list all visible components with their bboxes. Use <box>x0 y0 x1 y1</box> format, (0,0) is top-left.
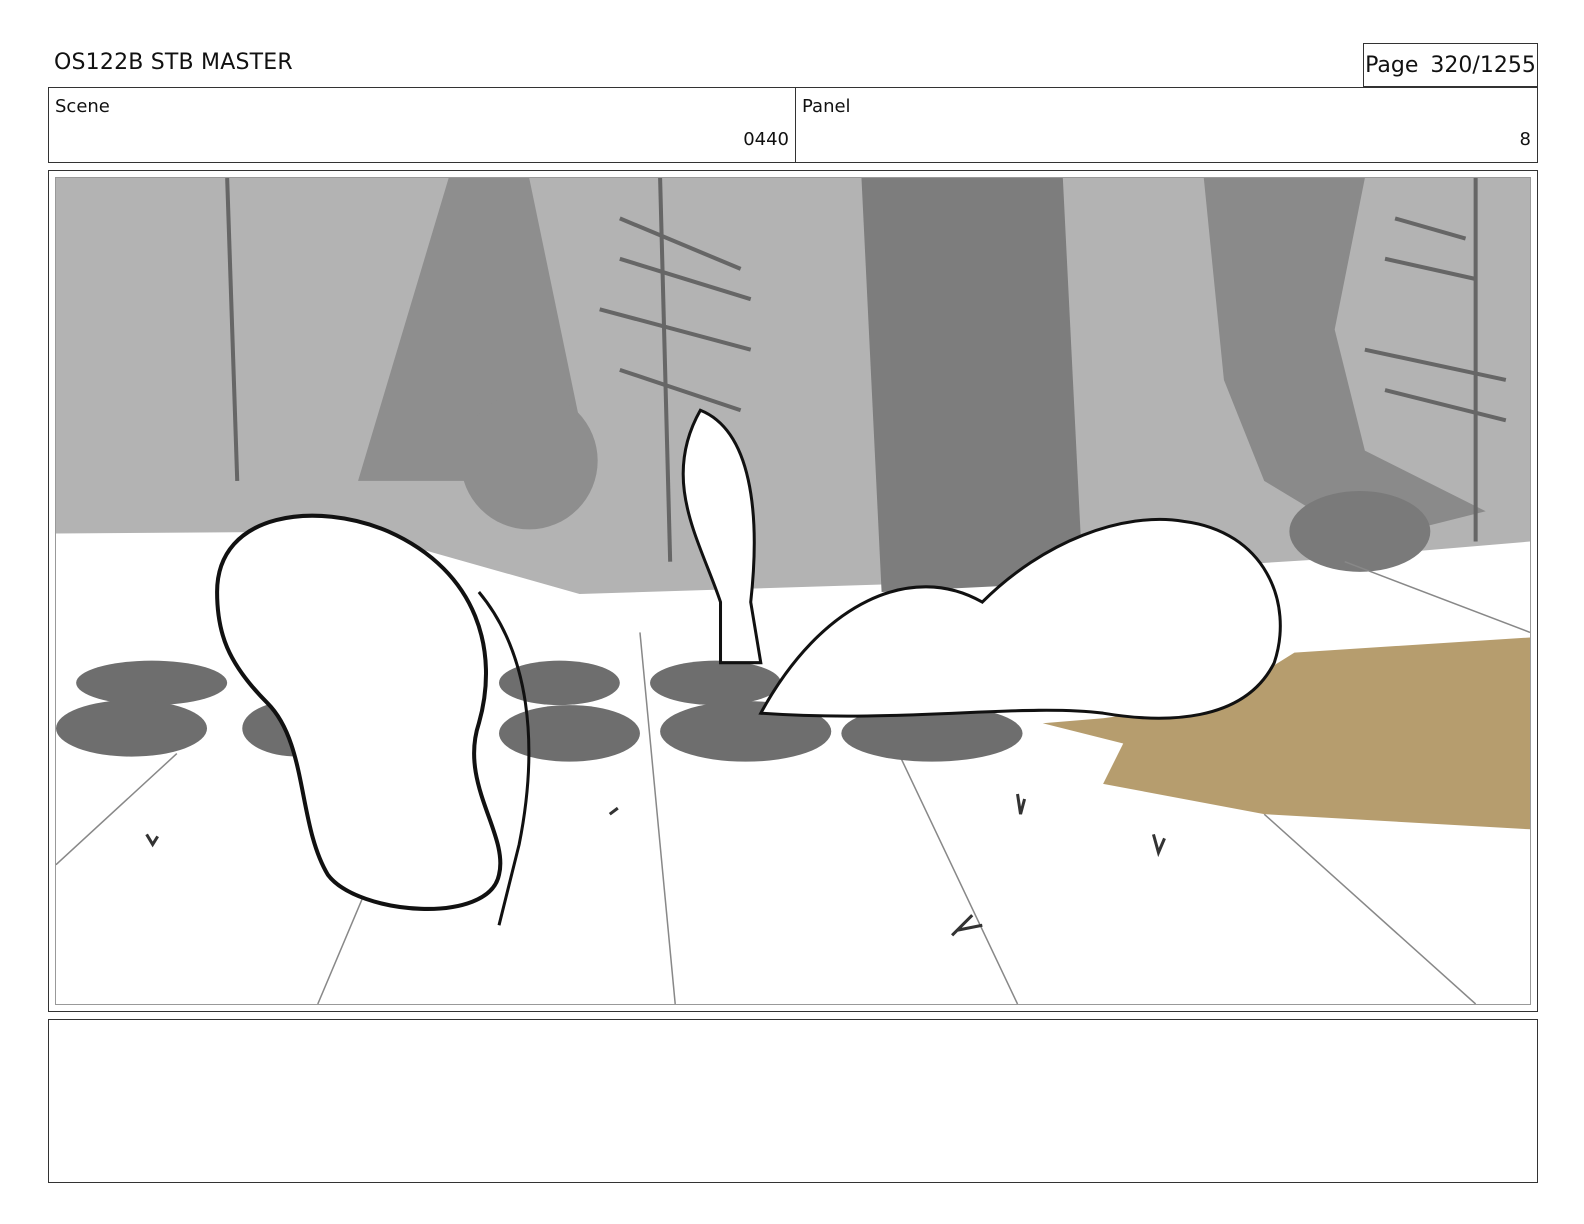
panel-label: Panel <box>802 96 851 117</box>
round-shape <box>460 392 598 530</box>
document-title: OS122B STB MASTER <box>54 50 293 75</box>
scene-label: Scene <box>55 96 110 117</box>
storyboard-frame <box>48 170 1538 1012</box>
dark-trunk-center <box>861 178 1083 593</box>
notes-box <box>48 1019 1538 1183</box>
scene-cell: Scene 0440 <box>49 88 796 162</box>
panel-cell: Panel 8 <box>796 88 1537 162</box>
page-label: Page <box>1365 52 1419 78</box>
storyboard-sketch <box>56 178 1530 1004</box>
scene-number: 0440 <box>743 129 789 150</box>
scene-panel-info: Scene 0440 Panel 8 <box>48 87 1538 163</box>
grass-tufts <box>145 793 1166 937</box>
storyboard-drawing-area <box>55 177 1531 1005</box>
rock-right <box>1289 491 1431 572</box>
page-indicator: Page 320/1255 <box>1363 43 1538 87</box>
page-number: 320/1255 <box>1430 52 1536 78</box>
panel-number: 8 <box>1519 129 1531 150</box>
